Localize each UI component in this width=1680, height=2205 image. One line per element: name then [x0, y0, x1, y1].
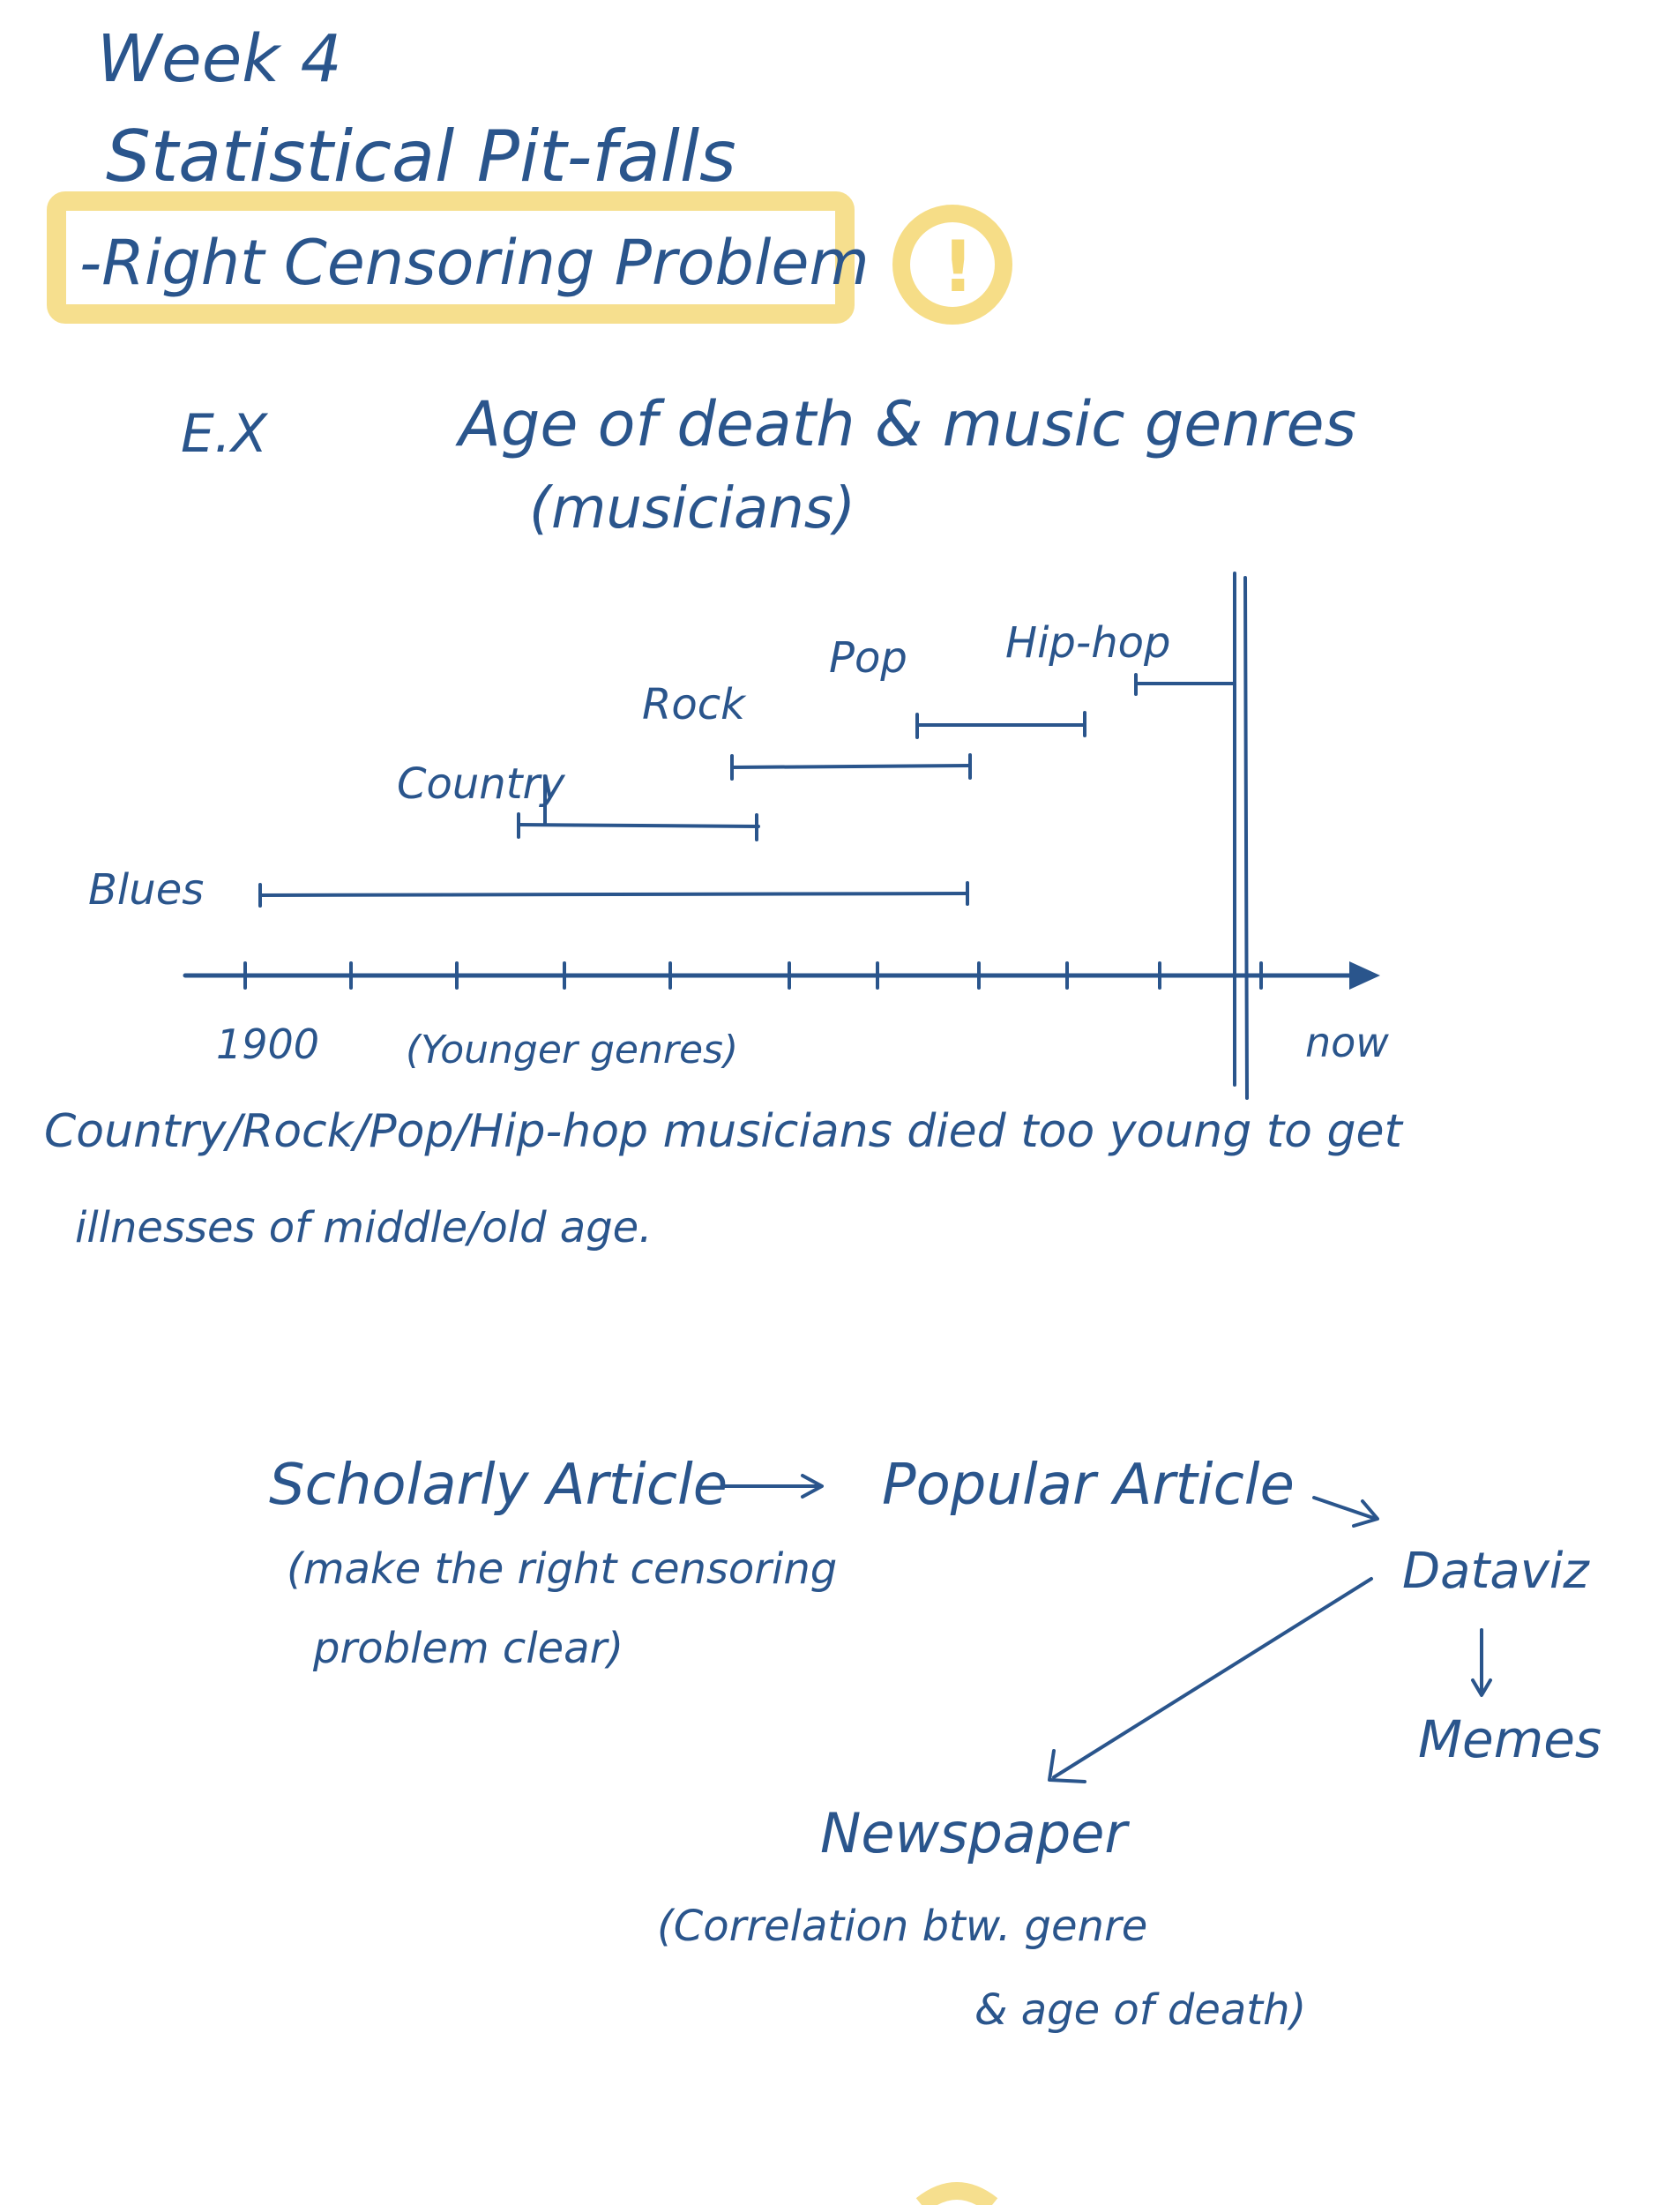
- range-hiphop: [1134, 673, 1236, 696]
- note-page: Week 4 Statistical Pit-falls -Right Cens…: [44, 21, 1602, 2205]
- flow-dataviz: Dataviz: [1402, 1543, 1590, 1600]
- conclusion-line-1: Country/Rock/Pop/Hip-hop musicians died …: [44, 1105, 1404, 1158]
- flow-scholarly-article: Scholarly Article: [269, 1453, 728, 1518]
- genre-label-pop: Pop: [829, 633, 907, 683]
- younger-genres-label: (Younger genres): [406, 1028, 738, 1073]
- badge-mark: !: [942, 226, 974, 308]
- flow-newspaper-note-1: (Correlation btw. genre: [657, 1902, 1147, 1951]
- flow-newspaper: Newspaper: [820, 1801, 1130, 1865]
- range-rock: [730, 753, 972, 781]
- title-week: Week 4: [97, 21, 342, 97]
- conclusion-line-2: illnesses of middle/old age.: [75, 1203, 652, 1252]
- range-blues: [258, 881, 969, 908]
- genre-label-blues: Blues: [88, 865, 204, 915]
- genre-label-hiphop: Hip-hop: [1005, 618, 1170, 668]
- bottom-highlight-mark: [915, 2182, 998, 2205]
- arrow-to-newspaper: [1052, 1577, 1373, 1779]
- flow-newspaper-note-2: & age of death): [974, 1985, 1306, 2035]
- now-marker-line-2: [1243, 576, 1249, 1100]
- genre-label-rock: Rock: [642, 680, 747, 729]
- axis-start-label: 1900: [216, 1020, 319, 1068]
- axis-arrow-icon: [1349, 961, 1380, 990]
- example-title: Age of death & music genres: [455, 388, 1356, 460]
- example-label: E.X: [181, 403, 269, 465]
- axis-end-label: now: [1305, 1019, 1389, 1066]
- flow-scholarly-note-1: (make the right censoring: [287, 1544, 837, 1594]
- title-statistical-pitfalls: Statistical Pit-falls: [106, 116, 736, 198]
- flow-scholarly-note-2: problem clear): [312, 1624, 623, 1673]
- flow-popular-article: Popular Article: [882, 1453, 1295, 1518]
- topic-right-censoring: -Right Censoring Problem: [79, 227, 870, 299]
- genre-label-country: Country: [397, 759, 565, 809]
- example-subtitle: (musicians): [529, 476, 855, 542]
- flow-memes: Memes: [1418, 1709, 1602, 1769]
- range-pop: [915, 711, 1086, 739]
